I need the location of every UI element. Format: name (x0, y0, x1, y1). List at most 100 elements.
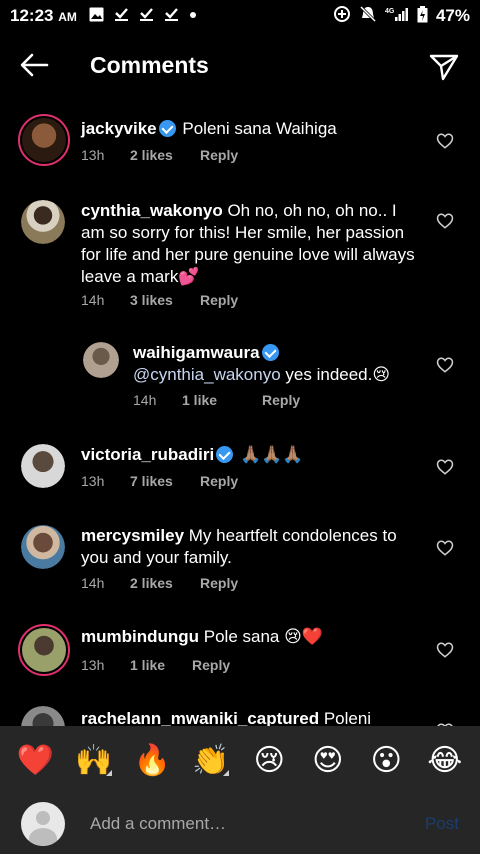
heart-icon[interactable] (436, 458, 454, 476)
emoji-heart-eyes[interactable]: 😍 (306, 743, 350, 778)
add-comment-bar: Post (0, 794, 480, 854)
likes-count[interactable]: 7 likes (130, 473, 200, 489)
emoji-fire[interactable]: 🔥 (130, 743, 174, 778)
comment-meta: 14h 2 likes Reply (81, 575, 238, 591)
reply-button[interactable]: Reply (200, 292, 238, 308)
mute-icon (359, 5, 377, 27)
likes-count[interactable]: 2 likes (130, 147, 200, 163)
post-button[interactable]: Post (425, 814, 459, 834)
comment-body: victoria_rubadiri 🙏🏽🙏🏽🙏🏽 (81, 444, 411, 466)
comment-item: victoria_rubadiri 🙏🏽🙏🏽🙏🏽 13h 7 likes Rep… (0, 444, 480, 514)
comment-meta: 13h 7 likes Reply (81, 473, 238, 489)
username[interactable]: jackyvike (81, 119, 157, 138)
status-bar: 12:23 AM 4G 47% (0, 0, 480, 32)
comment-item: mercysmiley My heartfelt condolences to … (0, 525, 480, 605)
username[interactable]: mumbindungu (81, 627, 199, 646)
paper-plane-icon (429, 54, 459, 81)
comment-text: Poleni (323, 709, 372, 726)
comment-text: 🙏🏽🙏🏽🙏🏽 (239, 445, 304, 464)
back-button[interactable] (0, 40, 72, 90)
verified-badge-icon (216, 446, 234, 463)
heart-icon[interactable] (436, 212, 454, 230)
comment-body: mercysmiley My heartfelt condolences to … (81, 525, 421, 569)
comment-text: yes indeed.😢 (285, 365, 391, 384)
emoji-quick-bar: ❤️ 🙌 🔥 👏 😢 😍 😮 😂 (0, 726, 480, 794)
reply-button[interactable]: Reply (200, 575, 238, 591)
timestamp: 13h (81, 657, 105, 673)
comments-list: jackyvike Poleni sana Waihiga 13h 2 like… (0, 100, 480, 726)
avatar[interactable] (21, 525, 65, 569)
comment-item: cynthia_wakonyo Oh no, oh no, oh no.. I … (0, 200, 480, 330)
emoji-heart[interactable]: ❤️ (13, 743, 57, 778)
battery-percent: 47% (435, 6, 470, 25)
comment-reply-item: waihigamwaura @cynthia_wakonyo yes indee… (0, 342, 480, 422)
avatar[interactable] (83, 342, 119, 378)
battery-icon (417, 5, 428, 27)
dot-icon (189, 7, 197, 26)
reply-button[interactable]: Reply (192, 657, 230, 673)
emoji-clap[interactable]: 👏 (189, 743, 233, 778)
mention-link[interactable]: @cynthia_wakonyo (133, 365, 281, 384)
reply-button[interactable]: Reply (200, 473, 238, 489)
username[interactable]: mercysmiley (81, 526, 184, 545)
comment-input[interactable] (90, 814, 425, 834)
user-avatar (21, 802, 65, 846)
comment-meta: 13h 1 like Reply (81, 657, 230, 673)
data-saver-icon (333, 5, 351, 27)
likes-count[interactable]: 1 like (130, 657, 192, 673)
notification-icons (89, 7, 197, 26)
download-icon (164, 7, 179, 26)
share-button[interactable] (428, 51, 460, 83)
download-icon (114, 7, 129, 26)
avatar[interactable] (21, 200, 65, 244)
timestamp: 14h (81, 292, 105, 308)
heart-icon[interactable] (436, 356, 454, 374)
reply-button[interactable]: Reply (262, 392, 300, 408)
gallery-icon (89, 7, 104, 26)
heart-icon[interactable] (436, 132, 454, 150)
avatar[interactable] (21, 706, 65, 726)
username[interactable]: cynthia_wakonyo (81, 201, 223, 220)
emoji-crying[interactable]: 😢 (247, 743, 291, 778)
comment-text: Pole sana 😢❤️ (203, 627, 323, 646)
comment-meta: 13h 2 likes Reply (81, 147, 238, 163)
comment-item: jackyvike Poleni sana Waihiga 13h 2 like… (0, 114, 480, 204)
emoji-raised-hands[interactable]: 🙌 (72, 743, 116, 778)
verified-badge-icon (261, 344, 279, 361)
heart-icon[interactable] (436, 641, 454, 659)
comment-body: waihigamwaura @cynthia_wakonyo yes indee… (133, 342, 393, 386)
timestamp: 14h (133, 392, 157, 408)
download-icon (139, 7, 154, 26)
heart-icon[interactable] (436, 539, 454, 557)
likes-count[interactable]: 2 likes (130, 575, 200, 591)
timestamp: 13h (81, 473, 105, 489)
comment-meta: 14h 1 like Reply (133, 392, 300, 408)
username[interactable]: victoria_rubadiri (81, 445, 214, 464)
svg-text:4G: 4G (385, 8, 395, 15)
comment-text: Poleni sana Waihiga (182, 119, 337, 138)
comment-body: rachelann_mwaniki_captured Poleni (81, 708, 421, 726)
status-time: 12:23 AM (10, 6, 77, 25)
emoji-surprised[interactable]: 😮 (364, 743, 408, 778)
likes-count[interactable]: 3 likes (130, 292, 200, 308)
reply-button[interactable]: Reply (200, 147, 238, 163)
likes-count[interactable]: 1 like (182, 392, 262, 408)
timestamp: 14h (81, 575, 105, 591)
emoji-laughing[interactable]: 😂 (423, 743, 467, 778)
arrow-left-icon (20, 53, 49, 77)
username[interactable]: rachelann_mwaniki_captured (81, 709, 319, 726)
avatar[interactable] (18, 114, 70, 166)
comment-meta: 14h 3 likes Reply (81, 292, 238, 308)
comment-body: mumbindungu Pole sana 😢❤️ (81, 626, 411, 648)
comment-item: rachelann_mwaniki_captured Poleni (0, 706, 480, 726)
comment-body: jackyvike Poleni sana Waihiga (81, 118, 411, 140)
page-title: Comments (90, 51, 209, 78)
header: Comments (0, 40, 480, 90)
status-right: 4G 47% (333, 5, 470, 27)
signal-icon: 4G (385, 6, 409, 26)
avatar[interactable] (18, 624, 70, 676)
username[interactable]: waihigamwaura (133, 343, 260, 362)
comment-item: mumbindungu Pole sana 😢❤️ 13h 1 like Rep… (0, 624, 480, 704)
comment-body: cynthia_wakonyo Oh no, oh no, oh no.. I … (81, 200, 421, 288)
avatar[interactable] (21, 444, 65, 488)
